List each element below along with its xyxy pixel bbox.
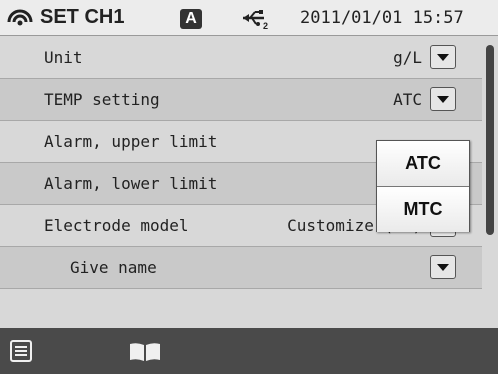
setting-label: Electrode model [44, 216, 189, 235]
dropdown-arrow-button[interactable] [430, 255, 456, 279]
book-icon[interactable] [128, 342, 162, 362]
dropdown-arrow-button[interactable] [430, 45, 456, 69]
setting-row-unit[interactable]: Unit g/L [0, 37, 482, 79]
dropdown-option-atc[interactable]: ATC [377, 141, 469, 187]
probe-icon [7, 9, 33, 26]
setting-label: Give name [70, 258, 157, 277]
menu-list-icon[interactable] [10, 340, 32, 362]
setting-row-temp[interactable]: TEMP setting ATC [0, 79, 482, 121]
usb-icon: 2 [243, 10, 268, 31]
mode-badge: A [180, 9, 202, 29]
scrollbar[interactable] [482, 37, 498, 327]
svg-text:2: 2 [263, 21, 268, 31]
scrollbar-thumb[interactable] [486, 45, 494, 235]
setting-row-give-name[interactable]: Give name [0, 247, 482, 289]
dropdown-option-mtc[interactable]: MTC [377, 187, 469, 232]
temp-dropdown-menu: ATC MTC [376, 140, 470, 232]
dropdown-arrow-button[interactable] [430, 87, 456, 111]
setting-label: Alarm, lower limit [44, 174, 218, 193]
footer-bar [0, 328, 498, 374]
setting-label: Unit [44, 48, 83, 67]
header-bar: SET CH1 A 2 2011/01/01 15:57 [0, 0, 498, 36]
setting-label: Alarm, upper limit [44, 132, 218, 151]
setting-value: g/L [393, 48, 422, 67]
setting-value: ATC [393, 90, 422, 109]
screen-title: SET CH1 [40, 6, 125, 28]
setting-label: TEMP setting [44, 90, 160, 109]
datetime: 2011/01/01 15:57 [300, 8, 464, 28]
